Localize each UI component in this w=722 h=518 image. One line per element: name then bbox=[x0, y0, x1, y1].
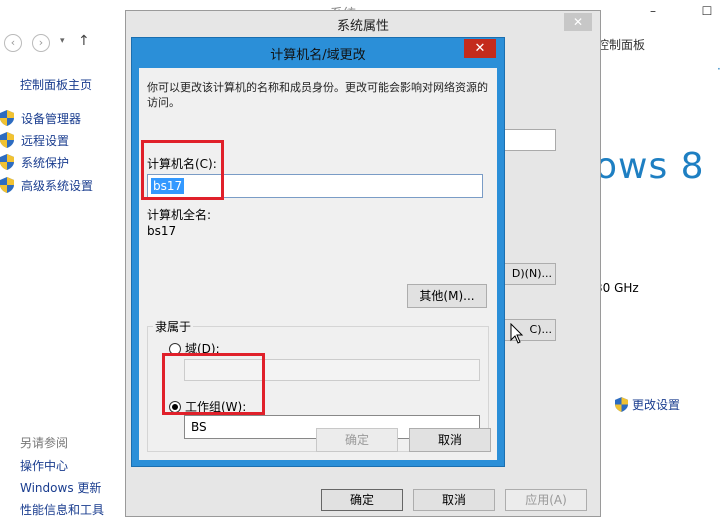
change-settings-label: 更改设置 bbox=[632, 398, 681, 412]
shield-icon bbox=[0, 154, 14, 170]
mouse-cursor-icon bbox=[510, 323, 524, 344]
windows-update-link[interactable]: Windows 更新 bbox=[20, 479, 101, 496]
close-button[interactable]: ✕ bbox=[564, 13, 592, 31]
sidebar-item-system-protection[interactable]: 系统保护 bbox=[0, 152, 69, 172]
cpu-speed-text: 30 GHz bbox=[595, 281, 639, 295]
sidebar: 控制面板主页 设备管理器 远程设置 系统保护 高级系统设置 另请参阅 操作中心 … bbox=[0, 60, 125, 517]
forward-button[interactable]: › bbox=[32, 34, 50, 52]
apply-button[interactable]: 应用(A) bbox=[505, 489, 587, 511]
peek-button-1[interactable]: D)(N)... bbox=[504, 263, 556, 285]
change-settings-link[interactable]: 更改设置 bbox=[615, 396, 680, 413]
cancel-button[interactable]: 取消 bbox=[409, 428, 491, 452]
full-computer-name-label: 计算机全名: bbox=[147, 208, 212, 222]
recent-locations-dropdown-icon[interactable]: ▾ bbox=[60, 36, 65, 46]
member-of-label: 隶属于 bbox=[153, 318, 194, 335]
description-text: 你可以更改该计算机的名称和成员身份。更改可能会影响对网络资源的访问。 bbox=[147, 81, 488, 109]
description-field[interactable] bbox=[504, 129, 556, 151]
cancel-button[interactable]: 取消 bbox=[413, 489, 495, 511]
see-also-heading: 另请参阅 bbox=[20, 436, 69, 450]
shield-icon bbox=[0, 132, 14, 148]
shield-icon bbox=[0, 177, 14, 193]
ok-button[interactable]: 确定 bbox=[316, 428, 398, 452]
shield-icon bbox=[0, 110, 14, 126]
highlight-box-computer-name bbox=[141, 140, 224, 200]
full-computer-name-value: bs17 bbox=[147, 224, 177, 238]
sidebar-item-label: 系统保护 bbox=[21, 155, 70, 170]
performance-info-link[interactable]: 性能信息和工具 bbox=[20, 501, 104, 518]
windows-8-logo: ows 8 bbox=[595, 146, 705, 187]
sidebar-item-label: 设备管理器 bbox=[21, 111, 82, 126]
sidebar-item-advanced-settings[interactable]: 高级系统设置 bbox=[0, 175, 93, 195]
action-center-link[interactable]: 操作中心 bbox=[20, 457, 68, 474]
close-button[interactable]: ✕ bbox=[464, 39, 496, 58]
minimize-button[interactable]: – bbox=[640, 2, 666, 20]
more-button[interactable]: 其他(M)... bbox=[407, 284, 487, 308]
maximize-button[interactable]: ☐ bbox=[694, 2, 720, 20]
system-info-panel: · ows 8 30 GHz 更改设置 bbox=[595, 60, 722, 517]
back-button[interactable]: ‹ bbox=[4, 34, 22, 52]
sidebar-item-label: 高级系统设置 bbox=[21, 178, 94, 193]
breadcrumb[interactable]: 控制面板 bbox=[597, 36, 645, 53]
sidebar-item-label: 远程设置 bbox=[21, 133, 70, 148]
edge-fragment: · bbox=[717, 62, 721, 76]
sidebar-item-remote-settings[interactable]: 远程设置 bbox=[0, 130, 69, 150]
highlight-box-workgroup bbox=[162, 353, 265, 415]
dialog-title: 系统属性 bbox=[336, 19, 389, 34]
shield-icon bbox=[615, 397, 628, 412]
dialog-title: 计算机名/域更改 bbox=[270, 48, 366, 63]
up-arrow-icon[interactable]: ↑ bbox=[78, 33, 90, 49]
sidebar-item-device-manager[interactable]: 设备管理器 bbox=[0, 108, 81, 128]
ok-button[interactable]: 确定 bbox=[321, 489, 403, 511]
control-panel-home-link[interactable]: 控制面板主页 bbox=[20, 76, 92, 93]
